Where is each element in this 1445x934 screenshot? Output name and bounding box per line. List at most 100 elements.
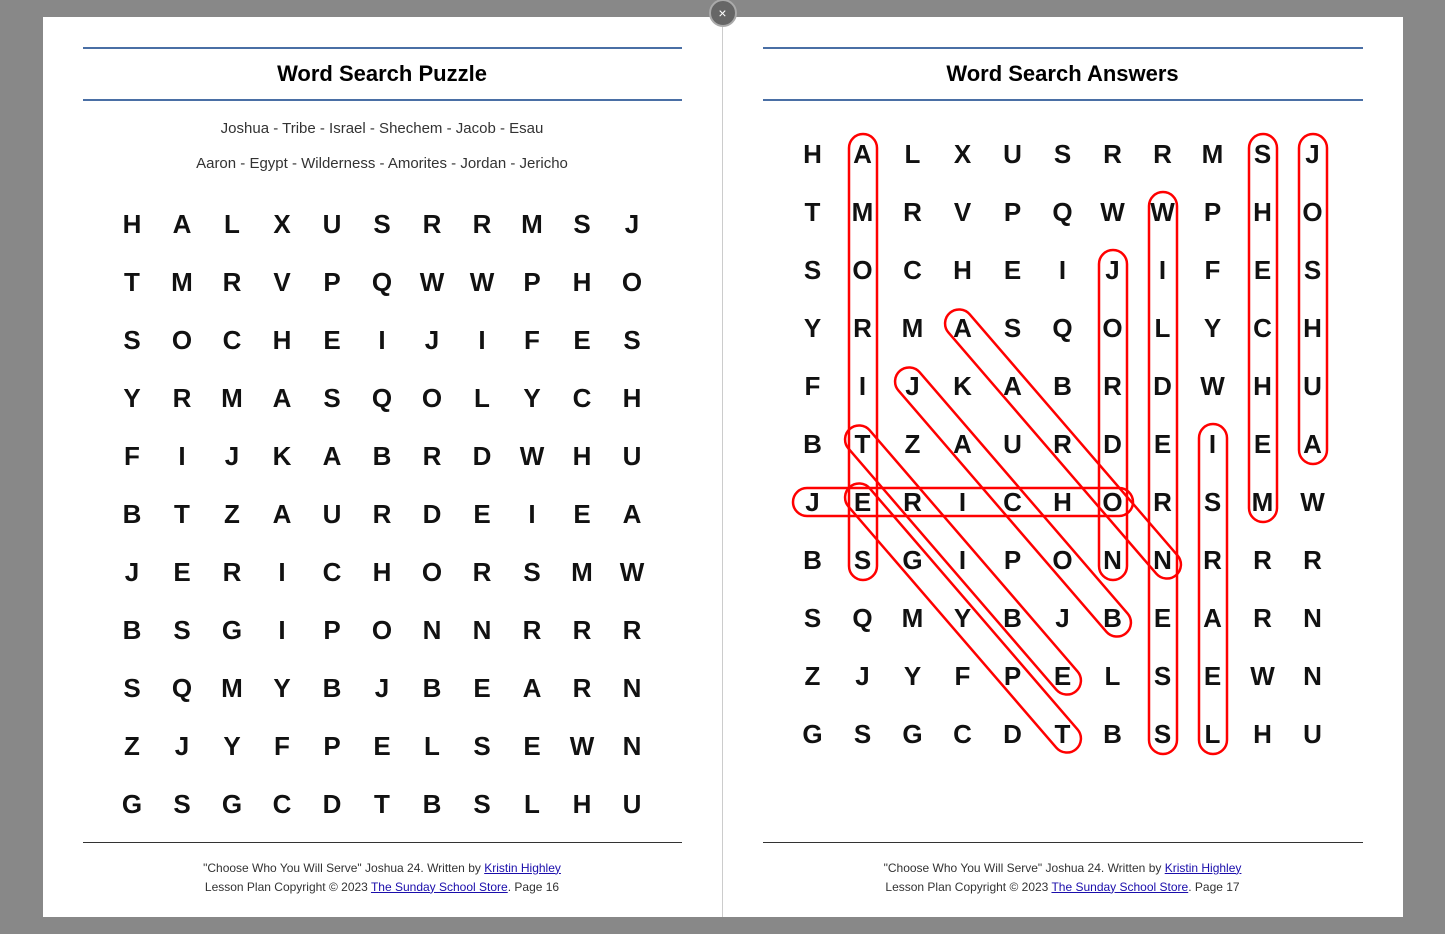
answer-grid-cell: Z (788, 647, 838, 705)
answer-grid-cell: E (1238, 241, 1288, 299)
answer-grid-cell: F (788, 357, 838, 415)
top-divider-left (83, 47, 682, 49)
answer-grid-cell: S (788, 589, 838, 647)
answer-grid-cell: S (1038, 125, 1088, 183)
grid-cell: O (407, 369, 457, 427)
answer-grid-cell: H (1238, 705, 1288, 763)
grid-cell: O (607, 253, 657, 311)
answer-grid-cell: Q (1038, 183, 1088, 241)
grid-cell: F (257, 717, 307, 775)
grid-cell: T (357, 775, 407, 833)
answer-grid-cell: P (988, 183, 1038, 241)
answer-grid-cell: W (1238, 647, 1288, 705)
answer-grid-cell: C (888, 241, 938, 299)
grid-cell: L (457, 369, 507, 427)
answer-grid-cell: T (788, 183, 838, 241)
answer-grid-cell: O (1088, 473, 1138, 531)
grid-cell: S (507, 543, 557, 601)
grid-cell: W (507, 427, 557, 485)
answer-grid-cell: R (1138, 473, 1188, 531)
answer-grid-cell: H (938, 241, 988, 299)
left-grid: HALXUSRRMSJTMRVPQWWPHOSOCHEIJIFESYRMASQO… (107, 195, 657, 833)
grid-cell: G (207, 601, 257, 659)
grid-cell: C (257, 775, 307, 833)
grid-cell: H (257, 311, 307, 369)
grid-cell: Y (207, 717, 257, 775)
answer-grid-cell: R (1038, 415, 1088, 473)
grid-cell: V (257, 253, 307, 311)
left-store-link[interactable]: The Sunday School Store (371, 880, 508, 894)
answer-grid-cell: P (988, 531, 1038, 589)
answer-grid-cell: Q (838, 589, 888, 647)
grid-cell: N (607, 659, 657, 717)
grid-cell: S (157, 601, 207, 659)
right-author-link[interactable]: Kristin Highley (1165, 861, 1242, 875)
answer-grid-cell: R (888, 473, 938, 531)
answer-grid-cell: R (838, 299, 888, 357)
grid-cell: U (607, 427, 657, 485)
answer-grid-cell: Z (888, 415, 938, 473)
answer-grid-cell: T (838, 415, 888, 473)
answer-grid-cell: J (1288, 125, 1338, 183)
answer-grid-cell: L (888, 125, 938, 183)
answer-grid-cell: T (1038, 705, 1088, 763)
grid-cell: P (307, 717, 357, 775)
grid-cell: K (257, 427, 307, 485)
answer-grid-cell: G (888, 705, 938, 763)
left-footer: "Choose Who You Will Serve" Joshua 24. W… (83, 842, 682, 897)
answer-grid-cell: B (1038, 357, 1088, 415)
left-author-link[interactable]: Kristin Highley (484, 861, 561, 875)
answer-grid-cell: Y (1188, 299, 1238, 357)
answer-grid-cell: R (1188, 531, 1238, 589)
grid-cell: D (407, 485, 457, 543)
answer-grid-cell: K (938, 357, 988, 415)
grid-cell: U (307, 195, 357, 253)
answer-grid-cell: B (1088, 589, 1138, 647)
answer-grid-cell: N (1138, 531, 1188, 589)
grid-cell: J (157, 717, 207, 775)
right-page-title: Word Search Answers (946, 61, 1178, 87)
grid-cell: E (357, 717, 407, 775)
grid-cell: I (157, 427, 207, 485)
grid-cell: B (107, 485, 157, 543)
answer-grid-cell: I (938, 531, 988, 589)
grid-cell: M (557, 543, 607, 601)
grid-cell: Q (357, 369, 407, 427)
grid-cell: L (507, 775, 557, 833)
grid-cell: M (207, 659, 257, 717)
answer-grid-cell: I (1038, 241, 1088, 299)
answer-grid-cell: R (1138, 125, 1188, 183)
close-button[interactable]: × (709, 0, 737, 27)
answer-grid-cell: A (938, 415, 988, 473)
answer-grid-wrapper: HALXUSRRMSJTMRVPQWWPHOSOCHEIJIFESYRMASQO… (788, 125, 1338, 763)
grid-cell: M (507, 195, 557, 253)
grid-cell: W (557, 717, 607, 775)
answer-grid-cell: H (1288, 299, 1338, 357)
grid-cell: I (457, 311, 507, 369)
grid-cell: I (257, 543, 307, 601)
answer-grid-cell: U (1288, 357, 1338, 415)
answer-grid-cell: H (1238, 357, 1288, 415)
grid-cell: I (357, 311, 407, 369)
answer-grid-cell: H (788, 125, 838, 183)
answer-grid-cell: N (1288, 647, 1338, 705)
grid-cell: S (107, 311, 157, 369)
grid-cell: R (407, 427, 457, 485)
answer-grid-cell: W (1138, 183, 1188, 241)
answer-grid-cell: W (1088, 183, 1138, 241)
answer-grid-cell: F (938, 647, 988, 705)
grid-cell: J (407, 311, 457, 369)
answer-grid-cell: S (988, 299, 1038, 357)
grid-cell: W (407, 253, 457, 311)
answer-grid-cell: B (788, 415, 838, 473)
grid-cell: H (557, 427, 607, 485)
grid-cell: S (107, 659, 157, 717)
answer-grid-cell: C (988, 473, 1038, 531)
right-store-link[interactable]: The Sunday School Store (1051, 880, 1188, 894)
grid-cell: E (307, 311, 357, 369)
answer-grid-cell: Y (788, 299, 838, 357)
answer-grid-cell: Y (888, 647, 938, 705)
grid-cell: U (607, 775, 657, 833)
answer-grid-cell: N (1288, 589, 1338, 647)
grid-cell: L (407, 717, 457, 775)
